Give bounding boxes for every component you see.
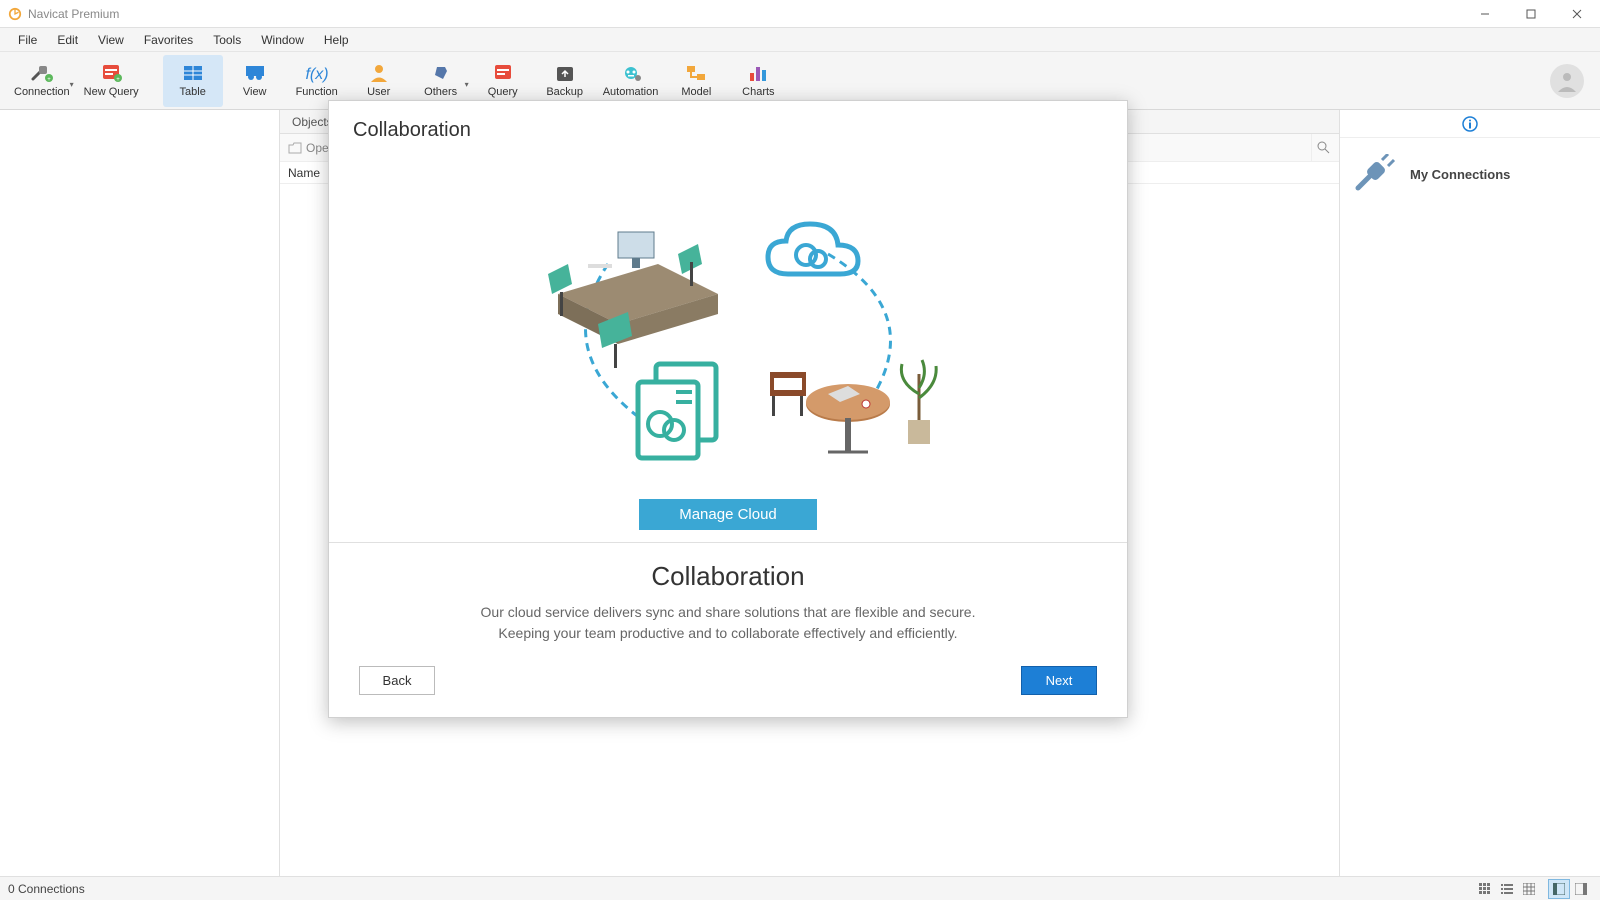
manage-cloud-button[interactable]: Manage Cloud — [639, 499, 817, 530]
table-icon — [181, 63, 205, 83]
collaboration-dialog: Collaboration — [328, 100, 1128, 718]
menu-help[interactable]: Help — [314, 30, 359, 50]
app-title: Navicat Premium — [28, 7, 119, 21]
chevron-down-icon: ▾ — [465, 80, 469, 89]
toolbar-newquery[interactable]: + New Query — [78, 55, 145, 107]
close-button[interactable] — [1554, 0, 1600, 28]
view-icon — [243, 63, 267, 83]
menu-edit[interactable]: Edit — [47, 30, 88, 50]
toolbar-function[interactable]: f(x) Function — [287, 55, 347, 107]
svg-text:f(x): f(x) — [305, 66, 328, 83]
my-connections-label: My Connections — [1410, 167, 1510, 182]
connection-tree[interactable] — [0, 110, 280, 876]
app-icon — [8, 7, 22, 21]
maximize-button[interactable] — [1508, 0, 1554, 28]
info-icon — [1462, 116, 1478, 132]
model-icon — [684, 63, 708, 83]
menu-view[interactable]: View — [88, 30, 134, 50]
window-controls — [1462, 0, 1600, 28]
titlebar: Navicat Premium — [0, 0, 1600, 28]
toolbar-user[interactable]: User — [349, 55, 409, 107]
menu-window[interactable]: Window — [251, 30, 314, 50]
connection-icon: + — [30, 63, 54, 83]
my-connections-row: My Connections — [1340, 138, 1600, 210]
toolbar-automation[interactable]: Automation — [597, 55, 665, 107]
user-avatar[interactable] — [1550, 64, 1584, 98]
collaboration-illustration — [353, 156, 1103, 491]
dialog-heading: Collaboration — [359, 561, 1097, 592]
toolbar-connection[interactable]: + Connection ▾ — [8, 55, 76, 107]
statusbar: 0 Connections — [0, 876, 1600, 900]
search-icon — [1317, 141, 1330, 154]
minimize-button[interactable] — [1462, 0, 1508, 28]
newquery-icon: + — [99, 63, 123, 83]
svg-text:+: + — [116, 77, 120, 83]
dialog-description: Our cloud service delivers sync and shar… — [359, 602, 1097, 644]
chevron-down-icon: ▾ — [70, 80, 74, 89]
folder-open-icon — [288, 142, 302, 154]
view-list-icon[interactable] — [1496, 879, 1518, 899]
next-button[interactable]: Next — [1021, 666, 1097, 695]
toggle-left-pane-icon[interactable] — [1548, 879, 1570, 899]
dialog-title: Collaboration — [353, 119, 1103, 142]
user-icon — [367, 63, 391, 83]
status-connections: 0 Connections — [8, 882, 85, 896]
view-details-icon[interactable] — [1518, 879, 1540, 899]
toolbar-query[interactable]: Query — [473, 55, 533, 107]
toolbar-view[interactable]: View — [225, 55, 285, 107]
menu-file[interactable]: File — [8, 30, 47, 50]
plug-icon — [1352, 154, 1400, 194]
info-button[interactable] — [1340, 110, 1600, 138]
toolbar-table[interactable]: Table — [163, 55, 223, 107]
charts-icon — [746, 63, 770, 83]
toolbar-model[interactable]: Model — [666, 55, 726, 107]
toggle-right-pane-icon[interactable] — [1570, 879, 1592, 899]
toolbar-others[interactable]: Others ▾ — [411, 55, 471, 107]
function-icon: f(x) — [305, 63, 329, 83]
menu-tools[interactable]: Tools — [203, 30, 251, 50]
back-button[interactable]: Back — [359, 666, 435, 695]
avatar-icon — [1556, 70, 1578, 92]
svg-text:+: + — [47, 77, 51, 83]
menu-favorites[interactable]: Favorites — [134, 30, 203, 50]
toolbar-charts[interactable]: Charts — [728, 55, 788, 107]
view-grid-small-icon[interactable] — [1474, 879, 1496, 899]
search-button[interactable] — [1311, 134, 1339, 162]
others-icon — [429, 63, 453, 83]
menubar: File Edit View Favorites Tools Window He… — [0, 28, 1600, 52]
query-icon — [491, 63, 515, 83]
toolbar-backup[interactable]: Backup — [535, 55, 595, 107]
right-pane: My Connections — [1340, 110, 1600, 876]
automation-icon — [619, 63, 643, 83]
backup-icon — [553, 63, 577, 83]
